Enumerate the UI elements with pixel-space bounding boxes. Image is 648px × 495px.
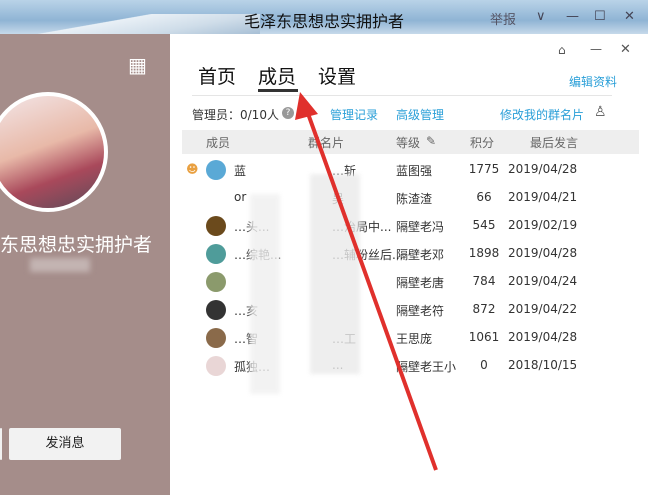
help-icon[interactable]: ?: [282, 107, 294, 119]
group-name: 东思想忠实拥护者: [0, 234, 153, 256]
chevron-down-icon[interactable]: ∨: [536, 9, 546, 24]
member-name: 蓝: [234, 164, 247, 178]
member-points: 872: [472, 302, 496, 316]
member-level: 王思庞: [396, 332, 433, 346]
avatar[interactable]: [206, 244, 226, 264]
pencil-icon[interactable]: ✎: [426, 134, 436, 148]
member-points: 1061: [468, 330, 500, 344]
col-points[interactable]: 积分: [470, 134, 494, 151]
advanced-admin-link[interactable]: 高级管理: [396, 106, 444, 123]
member-level: 隔壁老冯: [396, 220, 445, 234]
minimize-icon[interactable]: —: [566, 9, 579, 24]
member-level: 隔壁老邓: [396, 248, 445, 262]
member-points: 66: [476, 190, 492, 204]
member-last-speak: 2019/02/19: [508, 218, 578, 232]
member-last-speak: 2019/04/22: [508, 302, 578, 316]
member-level: 隔壁老唐: [396, 276, 445, 290]
edit-card-link[interactable]: 修改我的群名片: [500, 106, 584, 123]
avatar[interactable]: [206, 272, 226, 292]
pin-icon[interactable]: ⌂: [558, 43, 566, 57]
member-level: 隔壁老符: [396, 304, 445, 318]
send-message-button[interactable]: 发消息: [9, 428, 121, 460]
add-member-icon[interactable]: ♙: [594, 104, 607, 120]
member-last-speak: 2019/04/28: [508, 330, 578, 344]
col-last-speak[interactable]: 最后发言: [530, 134, 578, 151]
avatar[interactable]: [206, 216, 226, 236]
member-last-speak: 2019/04/28: [508, 246, 578, 260]
member-points: 1775: [468, 162, 500, 176]
avatar[interactable]: [206, 328, 226, 348]
col-card[interactable]: 群名片: [308, 134, 344, 151]
tab-settings[interactable]: 设置: [318, 62, 356, 89]
owner-icon: ☻: [186, 162, 199, 176]
member-points: 545: [472, 218, 496, 232]
table-header: 成员 群名片 等级 ✎ 积分 最后发言: [182, 130, 639, 154]
active-tab-indicator: [258, 89, 298, 92]
member-last-speak: 2019/04/24: [508, 274, 578, 288]
blurred-id: [30, 258, 90, 272]
member-last-speak: 2019/04/28: [508, 162, 578, 176]
member-level: 隔壁老王小: [396, 360, 457, 374]
member-points: 1898: [468, 246, 500, 260]
avatar[interactable]: [206, 356, 226, 376]
avatar[interactable]: [206, 300, 226, 320]
table-row[interactable]: ☻ 蓝 …斩 蓝图强 1775 2019/04/28: [182, 156, 639, 184]
member-points: 784: [472, 274, 496, 288]
maximize-icon[interactable]: ☐: [594, 9, 606, 24]
member-last-speak: 2019/04/21: [508, 190, 578, 204]
blur-mask: [250, 194, 280, 394]
admin-log-link[interactable]: 管理记录: [330, 106, 378, 123]
admin-count: 管理员：0/10人: [192, 108, 279, 122]
qr-code-icon[interactable]: ▦: [128, 54, 150, 76]
close-icon[interactable]: ✕: [624, 9, 635, 24]
group-panel: ⌂ — ✕ 首页 成员 设置 编辑资料 管理员：0/10人 ? 管理记录 高级管…: [170, 34, 640, 495]
left-button[interactable]: [0, 428, 2, 460]
title-bar: 毛泽东思想忠实拥护者 举报 ∨ — ☐ ✕: [0, 0, 648, 34]
col-level[interactable]: 等级: [396, 134, 420, 151]
col-member[interactable]: 成员: [206, 134, 230, 151]
divider: [192, 95, 612, 96]
member-level: 蓝图强: [396, 164, 433, 178]
tab-home[interactable]: 首页: [198, 62, 236, 89]
blur-mask: [310, 174, 360, 374]
tab-members[interactable]: 成员: [258, 62, 296, 89]
report-button[interactable]: 举报: [490, 9, 516, 28]
member-level: 陈渣渣: [396, 192, 433, 206]
member-points: 0: [480, 358, 488, 372]
edit-profile-link[interactable]: 编辑资料: [569, 73, 617, 90]
window-title: 毛泽东思想忠实拥护者: [243, 12, 404, 31]
member-name: or: [234, 190, 247, 204]
member-last-speak: 2018/10/15: [508, 358, 578, 372]
avatar[interactable]: [206, 160, 226, 180]
minimize-icon[interactable]: —: [590, 42, 602, 56]
close-icon[interactable]: ✕: [620, 42, 631, 57]
